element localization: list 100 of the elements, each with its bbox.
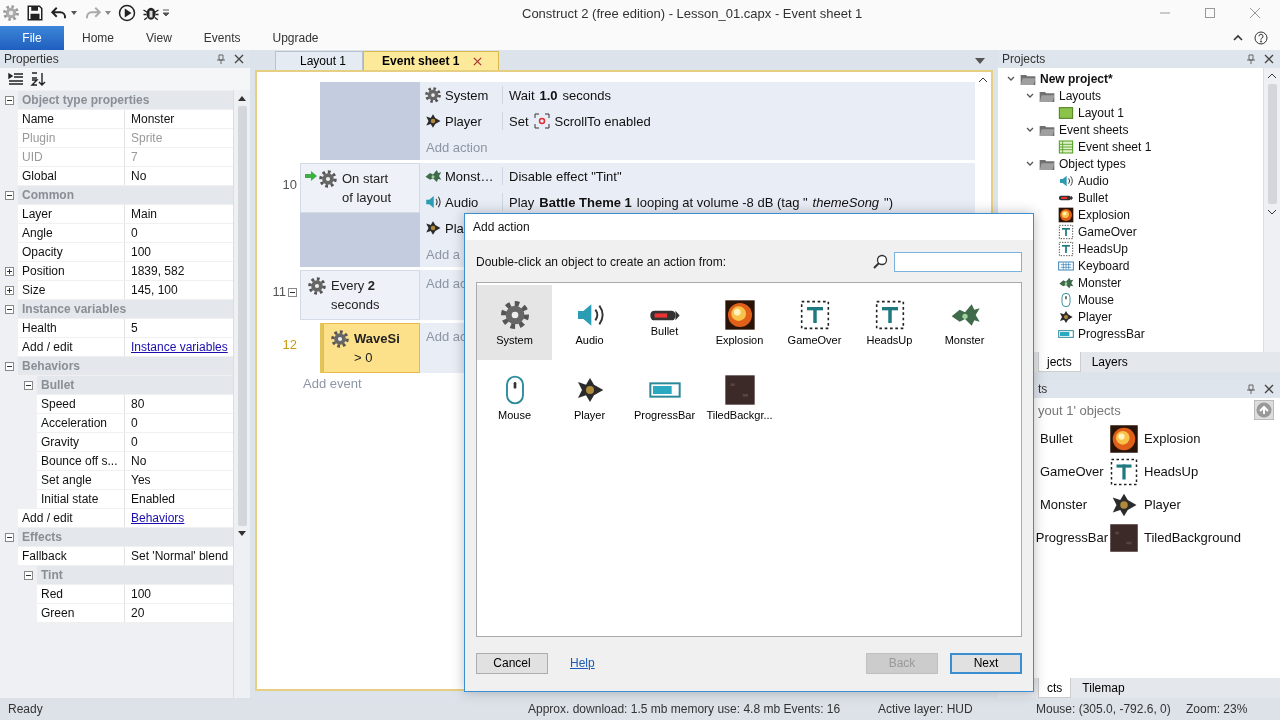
- document-tab[interactable]: Layout 1: [275, 51, 364, 70]
- scroll-up-icon[interactable]: [1267, 72, 1277, 80]
- tree-item[interactable]: Mouse: [1078, 292, 1115, 307]
- tree-item[interactable]: Object types: [1059, 156, 1126, 171]
- expand-icon[interactable]: [5, 285, 14, 295]
- scrollbar[interactable]: [233, 90, 250, 698]
- tree-item[interactable]: GameOver: [1078, 224, 1137, 239]
- object-tile[interactable]: GameOver: [777, 285, 852, 360]
- object-tile[interactable]: HeadsUp: [852, 285, 927, 360]
- collapse-icon[interactable]: [288, 288, 297, 297]
- object-item[interactable]: ProgressBar: [1035, 530, 1108, 545]
- condition-block[interactable]: On start of layout: [300, 163, 420, 213]
- tree-item[interactable]: Player: [1078, 309, 1112, 324]
- property-value[interactable]: 0: [125, 224, 233, 242]
- scroll-down-icon[interactable]: [237, 530, 247, 538]
- panel-tab[interactable]: Tilemap: [1073, 678, 1134, 698]
- play-icon[interactable]: [118, 4, 136, 22]
- object-tile[interactable]: Audio: [552, 285, 627, 360]
- caret-icon[interactable]: [104, 9, 112, 17]
- object-tile[interactable]: Mouse: [477, 360, 552, 435]
- help-icon[interactable]: [1254, 31, 1268, 45]
- property-value[interactable]: 100: [125, 243, 233, 261]
- property-value[interactable]: Enabled: [125, 490, 233, 508]
- object-item[interactable]: GameOver: [1040, 464, 1104, 479]
- object-tile[interactable]: TiledBackgr...: [702, 360, 777, 435]
- property-value[interactable]: No: [125, 167, 233, 185]
- scroll-down-icon[interactable]: [1267, 208, 1277, 216]
- property-value[interactable]: 5: [125, 319, 233, 337]
- document-tab[interactable]: Event sheet 1: [363, 51, 500, 70]
- scroll-up-icon[interactable]: [237, 94, 247, 102]
- collapse-icon[interactable]: [5, 361, 14, 371]
- collapse-icon[interactable]: [24, 380, 33, 390]
- dialog-button[interactable]: Cancel: [476, 652, 548, 674]
- collapse-icon[interactable]: [5, 190, 14, 200]
- close-icon[interactable]: [1264, 54, 1274, 64]
- tree-item[interactable]: Layout 1: [1078, 105, 1125, 120]
- collapse-icon[interactable]: [5, 532, 14, 542]
- condition-block[interactable]: WaveSi > 0: [323, 323, 420, 373]
- tree-item[interactable]: Bullet: [1078, 190, 1109, 205]
- scroll-thumb[interactable]: [1267, 84, 1277, 204]
- dropdown-icon[interactable]: [975, 58, 985, 64]
- property-value[interactable]: Set 'Normal' blend: [125, 547, 233, 565]
- tree-item[interactable]: Audio: [1078, 173, 1109, 188]
- ribbon-tab[interactable]: Events: [189, 26, 255, 50]
- property-value[interactable]: 1839, 582: [125, 262, 233, 280]
- object-item[interactable]: HeadsUp: [1144, 464, 1199, 479]
- search-field[interactable]: [894, 252, 1022, 272]
- pin-icon[interactable]: [1246, 54, 1256, 64]
- tree-item[interactable]: Explosion: [1078, 207, 1131, 222]
- object-item[interactable]: Player: [1144, 497, 1181, 512]
- object-tile[interactable]: Monster: [927, 285, 1002, 360]
- ribbon-tab[interactable]: Upgrade: [258, 26, 333, 50]
- panel-tab[interactable]: Layers: [1082, 352, 1137, 372]
- property-value[interactable]: 80: [125, 395, 233, 413]
- object-tile[interactable]: Bullet: [627, 285, 702, 360]
- close-icon[interactable]: [1264, 384, 1274, 394]
- tree-item[interactable]: Event sheets: [1059, 122, 1129, 137]
- ribbon-tab[interactable]: Home: [68, 26, 128, 50]
- scroll-thumb[interactable]: [237, 106, 247, 526]
- property-value[interactable]: No: [125, 452, 233, 470]
- collapse-icon[interactable]: [24, 570, 33, 580]
- tree-item[interactable]: ProgressBar: [1078, 326, 1145, 341]
- caret-icon[interactable]: [70, 9, 78, 17]
- up-button[interactable]: [1254, 400, 1274, 420]
- object-item[interactable]: TiledBackground: [1144, 530, 1242, 545]
- scroll-up-icon[interactable]: [978, 76, 988, 84]
- object-tile[interactable]: Player: [552, 360, 627, 435]
- tree-item[interactable]: Event sheet 1: [1078, 139, 1152, 154]
- property-value[interactable]: 20: [125, 604, 233, 622]
- scrollbar[interactable]: [1263, 68, 1280, 352]
- pin-icon[interactable]: [1246, 384, 1256, 394]
- property-value[interactable]: 0: [125, 414, 233, 432]
- tree-item[interactable]: HeadsUp: [1078, 241, 1129, 256]
- property-value[interactable]: 0: [125, 433, 233, 451]
- condition-block[interactable]: Every 2 seconds: [300, 270, 420, 320]
- object-item[interactable]: Explosion: [1144, 431, 1201, 446]
- categorized-icon[interactable]: [8, 71, 24, 87]
- tree-item[interactable]: Monster: [1078, 275, 1122, 290]
- caret-icon[interactable]: [162, 9, 170, 17]
- ribbon-tab[interactable]: View: [132, 26, 186, 50]
- close-icon[interactable]: [234, 54, 244, 64]
- pin-icon[interactable]: [216, 54, 226, 64]
- tree-item[interactable]: New project*: [1040, 71, 1113, 86]
- sort-icon[interactable]: [30, 71, 46, 87]
- object-tile[interactable]: Explosion: [702, 285, 777, 360]
- gear-icon[interactable]: [2, 4, 20, 22]
- close-icon[interactable]: [473, 56, 483, 66]
- object-tile[interactable]: ProgressBar: [627, 360, 702, 435]
- save-icon[interactable]: [26, 4, 44, 22]
- collapse-icon[interactable]: [5, 304, 14, 314]
- help-link[interactable]: Help: [570, 656, 595, 670]
- tree-item[interactable]: Keyboard: [1078, 258, 1130, 273]
- collapse-icon[interactable]: [5, 95, 14, 105]
- expand-icon[interactable]: [5, 266, 14, 276]
- property-value[interactable]: Main: [125, 205, 233, 223]
- tree-item[interactable]: Layouts: [1059, 88, 1102, 103]
- object-item[interactable]: Monster: [1040, 497, 1087, 512]
- property-value[interactable]: 145, 100: [125, 281, 233, 299]
- property-value[interactable]: Yes: [125, 471, 233, 489]
- property-value[interactable]: Monster: [125, 110, 233, 128]
